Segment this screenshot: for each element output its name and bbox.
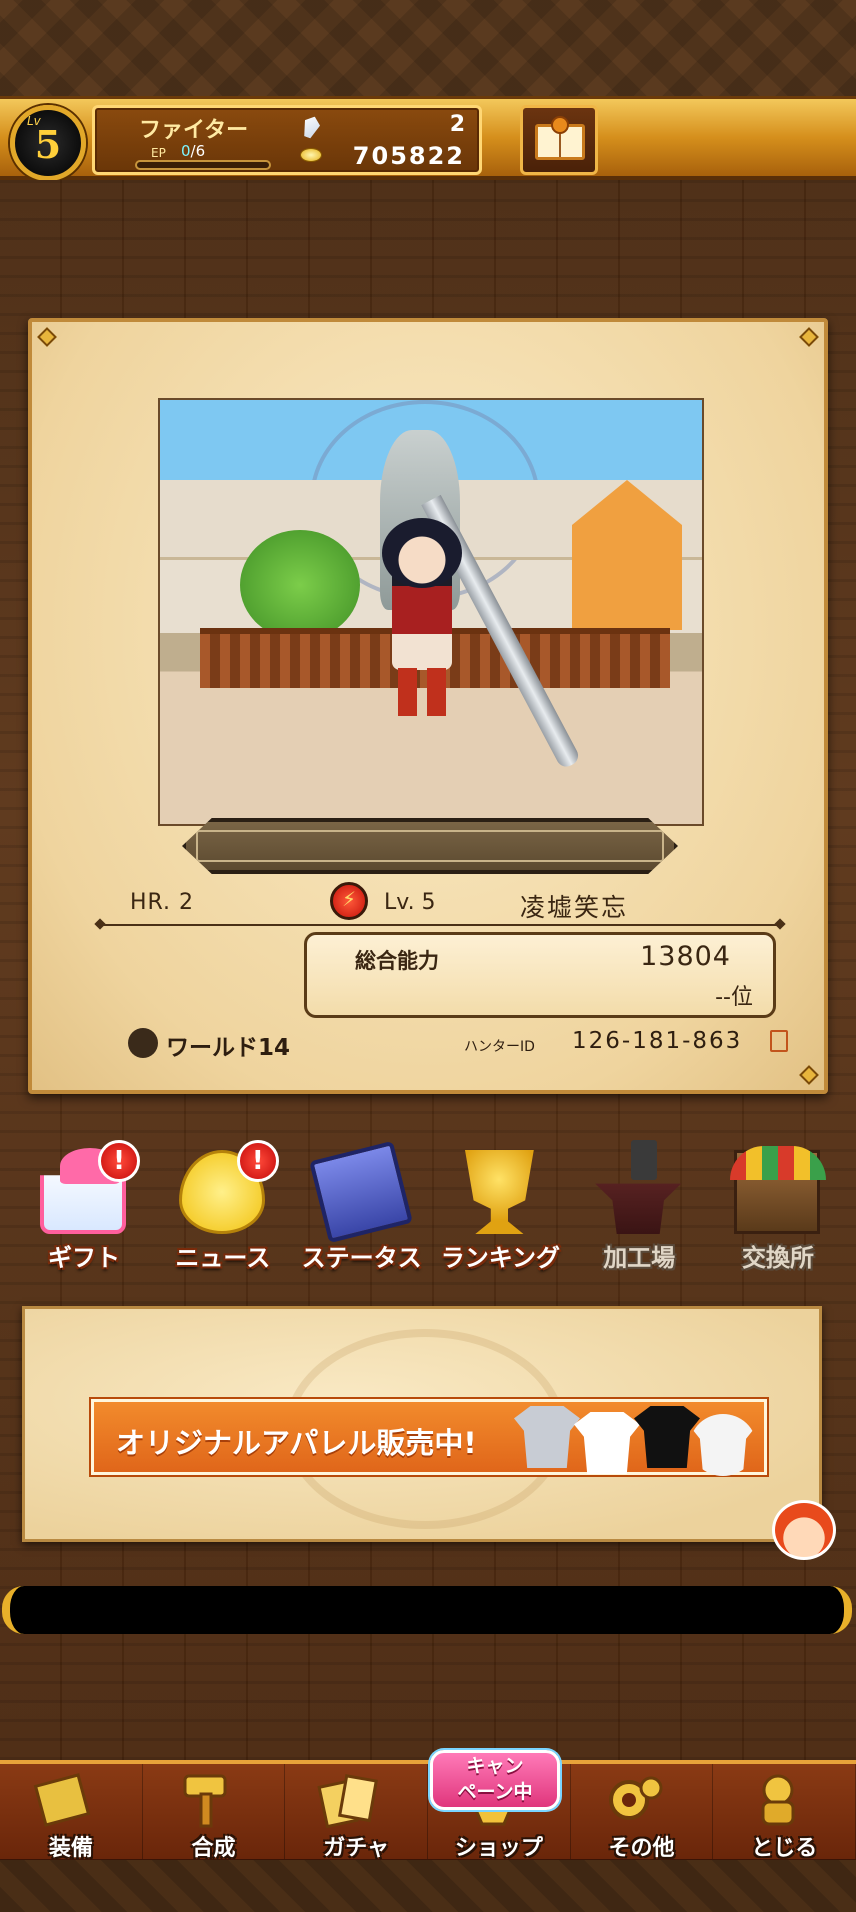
player-name: 凌墟笑忘 (520, 893, 629, 922)
close-statue-icon (761, 1774, 795, 1826)
campaign-line1: キャン (466, 1755, 524, 1777)
gold-coin-icon (300, 148, 322, 162)
menu-label: ニュース (175, 1244, 271, 1272)
people-icon (551, 116, 569, 134)
hunter-info-row: HR. 2 ⚡ Lv. 5 凌墟笑忘 (92, 882, 772, 922)
header-bar: Lv 5 ファイター EP 0/6 2 705822 (0, 96, 856, 181)
hunter-rank: HR. 2 (130, 890, 195, 915)
hunter-level: Lv. 5 (384, 890, 436, 915)
nav-equipment[interactable]: 装備 (0, 1764, 143, 1861)
hunter-id-label: ハンターID (464, 1039, 535, 1055)
ep-value: 0/6 (181, 142, 206, 160)
divider (100, 924, 780, 926)
status-book-icon (308, 1140, 413, 1244)
profile-card: HR. 2 ⚡ Lv. 5 凌墟笑忘 総合能力 13804 --位 ワールド14… (28, 318, 828, 1094)
menu-news-button[interactable]: ! ニュース (155, 1140, 291, 1280)
world-name: ワールド14 (166, 1035, 291, 1061)
nav-label: とじる (751, 1836, 818, 1861)
title-plate (182, 818, 678, 874)
mascot-icon[interactable] (772, 1500, 836, 1560)
nav-close[interactable]: とじる (713, 1764, 856, 1861)
nav-synthesis[interactable]: 合成 (143, 1764, 286, 1861)
crystal-count: 2 (449, 112, 465, 137)
nav-other[interactable]: その他 (571, 1764, 714, 1861)
fire-element-icon: ⚡ (330, 882, 368, 920)
gold-count: 705822 (352, 142, 465, 170)
menu-label: ギフト (48, 1244, 120, 1272)
corner-ornament (37, 327, 57, 347)
corner-ornament (799, 327, 819, 347)
banner-text: オリジナルアパレル販売中! (116, 1426, 477, 1460)
ep-progress-bar (135, 160, 271, 170)
nav-gacha[interactable]: ガチャ (285, 1764, 429, 1861)
trophy-icon (464, 1150, 534, 1234)
campaign-line2: ペーン中 (457, 1781, 533, 1803)
feature-menu: ! ギフト ! ニュース ステータス ランキング 加工場 交換所 (16, 1140, 846, 1280)
notification-badge: ! (236, 1140, 279, 1182)
job-name: ファイター (139, 118, 249, 143)
equipment-icon (33, 1773, 91, 1827)
top-pattern (0, 0, 856, 100)
character-portrait[interactable] (158, 398, 704, 826)
crystal-icon (300, 114, 323, 140)
nav-label: ショップ (454, 1836, 543, 1861)
banner-board: オリジナルアパレル販売中! (22, 1306, 822, 1542)
bottom-pattern (0, 1860, 856, 1912)
nav-label: 装備 (48, 1836, 93, 1861)
message-ticker (2, 1586, 852, 1634)
world-row: ワールド14 ハンターID 126-181-863 (92, 1022, 812, 1062)
hunter-id: 126-181-863 (572, 1028, 743, 1054)
menu-label: ランキング (440, 1244, 561, 1272)
player-level: 5 (34, 122, 62, 167)
player-status-panel[interactable]: ファイター EP 0/6 2 705822 (92, 105, 482, 175)
menu-label: 加工場 (603, 1244, 676, 1272)
menu-gift-button[interactable]: ! ギフト (16, 1140, 152, 1280)
nav-label: 合成 (191, 1836, 236, 1861)
apparel-banner[interactable]: オリジナルアパレル販売中! (91, 1399, 767, 1476)
nav-label: ガチャ (323, 1836, 390, 1861)
gacha-cards-icon (317, 1774, 379, 1828)
menu-workshop-button[interactable]: 加工場 (571, 1140, 707, 1280)
campaign-badge[interactable]: キャン ペーン中 (430, 1750, 560, 1810)
tshirts-image (514, 1406, 756, 1476)
power-label: 総合能力 (355, 949, 439, 973)
menu-label: ステータス (301, 1244, 422, 1272)
copy-icon[interactable] (770, 1030, 788, 1052)
power-box: 総合能力 13804 --位 (304, 932, 776, 1018)
power-value: 13804 (640, 941, 731, 972)
menu-status-button[interactable]: ステータス (294, 1140, 430, 1280)
friends-book-button[interactable] (520, 105, 598, 175)
level-badge: Lv 5 (10, 105, 86, 181)
notification-badge: ! (98, 1140, 140, 1182)
world-icon (128, 1028, 158, 1058)
gears-icon (608, 1776, 663, 1820)
nav-label: その他 (608, 1836, 675, 1861)
bottom-nav: 装備 合成 ガチャ ショップ その他 とじる (0, 1760, 856, 1862)
ep-label: EP (151, 146, 166, 160)
corner-ornament (799, 1065, 819, 1085)
power-rank: --位 (715, 985, 753, 1010)
hammer-icon (183, 1774, 227, 1828)
menu-ranking-button[interactable]: ランキング (432, 1140, 568, 1280)
menu-exchange-button[interactable]: 交換所 (710, 1140, 846, 1280)
menu-label: 交換所 (741, 1244, 814, 1272)
